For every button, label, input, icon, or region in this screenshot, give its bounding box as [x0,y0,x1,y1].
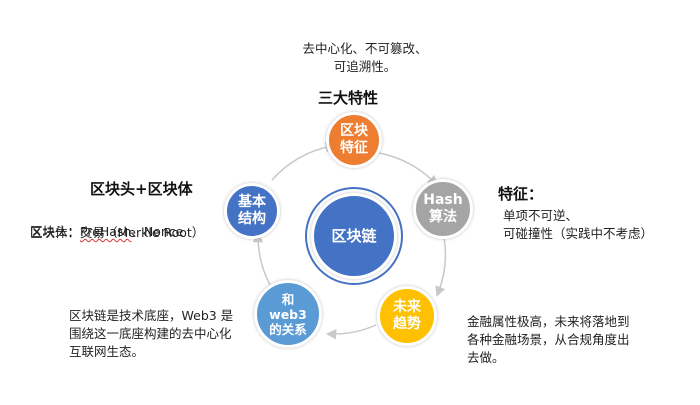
node-web3-relation-label: 和 web3 的关系 [269,291,307,337]
node-future-trend-label: 未来 趋势 [393,299,421,332]
node-hash-algorithm: Hash 算法 [413,179,473,239]
arc-web3-to-structure [252,231,271,286]
node-block-features-label: 区块 特征 [340,123,368,156]
arc-structure-to-features [271,141,337,181]
arc-hash-to-future [435,236,447,297]
center-node-blockchain: 区块链 [311,193,397,279]
center-node-label: 区块链 [331,227,377,245]
hash-description: 单项不可逆、 可碰撞性（实践中不考虑） [503,208,654,241]
features-description: 去中心化、不可篡改、 可追溯性。 [302,41,428,74]
arc-features-to-hash [371,151,438,187]
features-heading: 三大特性 [318,89,379,107]
diagram-canvas: 区块链 区块 特征 Hash 算法 未来 趋势 和 web3 的关系 基本 结构… [0,0,700,405]
node-basic-structure: 基本 结构 [224,183,280,239]
node-basic-structure-label: 基本 结构 [238,194,266,227]
node-future-trend: 未来 趋势 [377,286,437,346]
node-hash-algorithm-label: Hash 算法 [423,192,463,225]
structure-heading: 区块头+区块体 [90,180,193,198]
structure-line-body: 区块体：交易（Merkle Root） [30,225,205,240]
future-description: 金融属性极高，未来将落地到 各种金融场景，从合规角度出 去做。 [467,314,630,365]
hash-heading: 特征： [498,185,544,203]
web3-description: 区块链是技术底座，Web3 是 围绕这一底座构建的去中心化 互联网生态。 [69,308,234,359]
node-block-features: 区块 特征 [326,112,382,168]
arc-future-to-web3 [325,324,377,340]
